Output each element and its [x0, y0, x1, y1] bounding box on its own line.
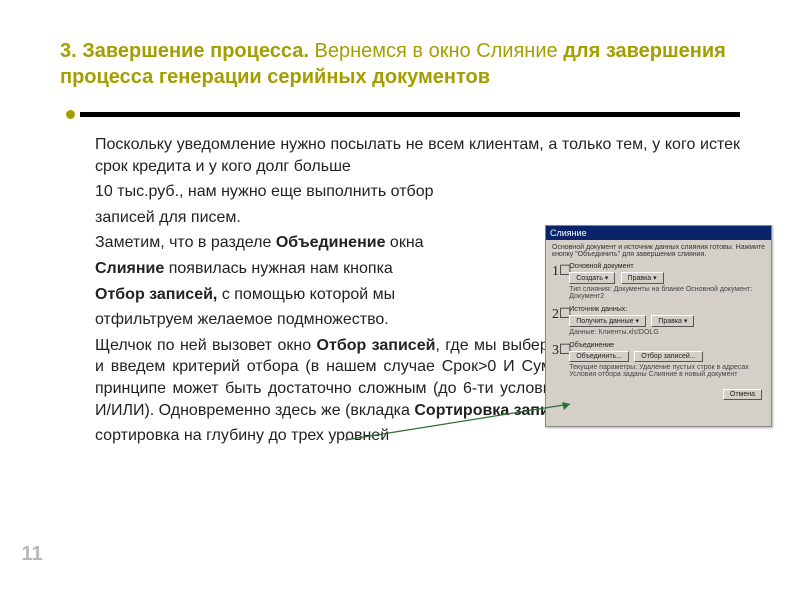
divider-bar	[80, 112, 740, 117]
p2: 10 тыс.руб., нам нужно еще выполнить отб…	[95, 181, 525, 203]
sec2-sub: Данные: Клиенты.xls!DOLG	[569, 329, 759, 336]
title-part1: 3. Завершение процесса.	[60, 40, 309, 62]
step-3-icon: 3☐	[552, 342, 567, 359]
merge-button[interactable]: Объединить...	[569, 351, 629, 362]
create-button[interactable]: Создать ▾	[569, 272, 615, 284]
merge-dialog: Слияние Основной документ и источник дан…	[545, 225, 772, 427]
p4: Заметим, что в разделе Объединение окна	[95, 232, 525, 254]
p7: отфильтруем желаемое подмножество.	[95, 309, 525, 331]
p6: Отбор записей, с помощью которой мы	[95, 284, 525, 306]
dialog-hint: Основной документ и источник данных слия…	[552, 244, 765, 258]
sec2-label: Источник данных:	[569, 306, 759, 313]
divider-dot	[66, 110, 75, 119]
page-number: 11	[10, 543, 54, 566]
dialog-titlebar: Слияние	[546, 226, 771, 240]
slide-title: 3. Завершение процесса. Вернемся в окно …	[60, 38, 740, 90]
p9: сортировка на глубину до трех уровней	[95, 425, 740, 447]
title-part3: Слияние	[476, 40, 557, 62]
sec1-sub: Тип слияния: Документы на бланке Основно…	[569, 286, 759, 300]
p1: Поскольку уведомление нужно посылать не …	[95, 134, 740, 177]
divider	[60, 108, 740, 120]
sec1-label: Основной документ	[569, 263, 759, 270]
title-part2: Вернемся в окно	[309, 40, 476, 62]
sec3-sub: Текущие параметры: Удаление пустых строк…	[569, 364, 759, 378]
p5: Слияние появилась нужная нам кнопка	[95, 258, 525, 280]
edit-button-1[interactable]: Правка ▾	[621, 272, 664, 284]
filter-records-button[interactable]: Отбор записей...	[634, 351, 702, 362]
step-1-icon: 1☐	[552, 263, 567, 280]
cancel-button[interactable]: Отмена	[723, 389, 762, 400]
sec3-label: Объединение	[569, 342, 759, 349]
get-data-button[interactable]: Получить данные ▾	[569, 315, 646, 327]
step-2-icon: 2☐	[552, 306, 567, 323]
edit-button-2[interactable]: Правка ▾	[651, 315, 694, 327]
p3: записей для писем.	[95, 207, 525, 229]
